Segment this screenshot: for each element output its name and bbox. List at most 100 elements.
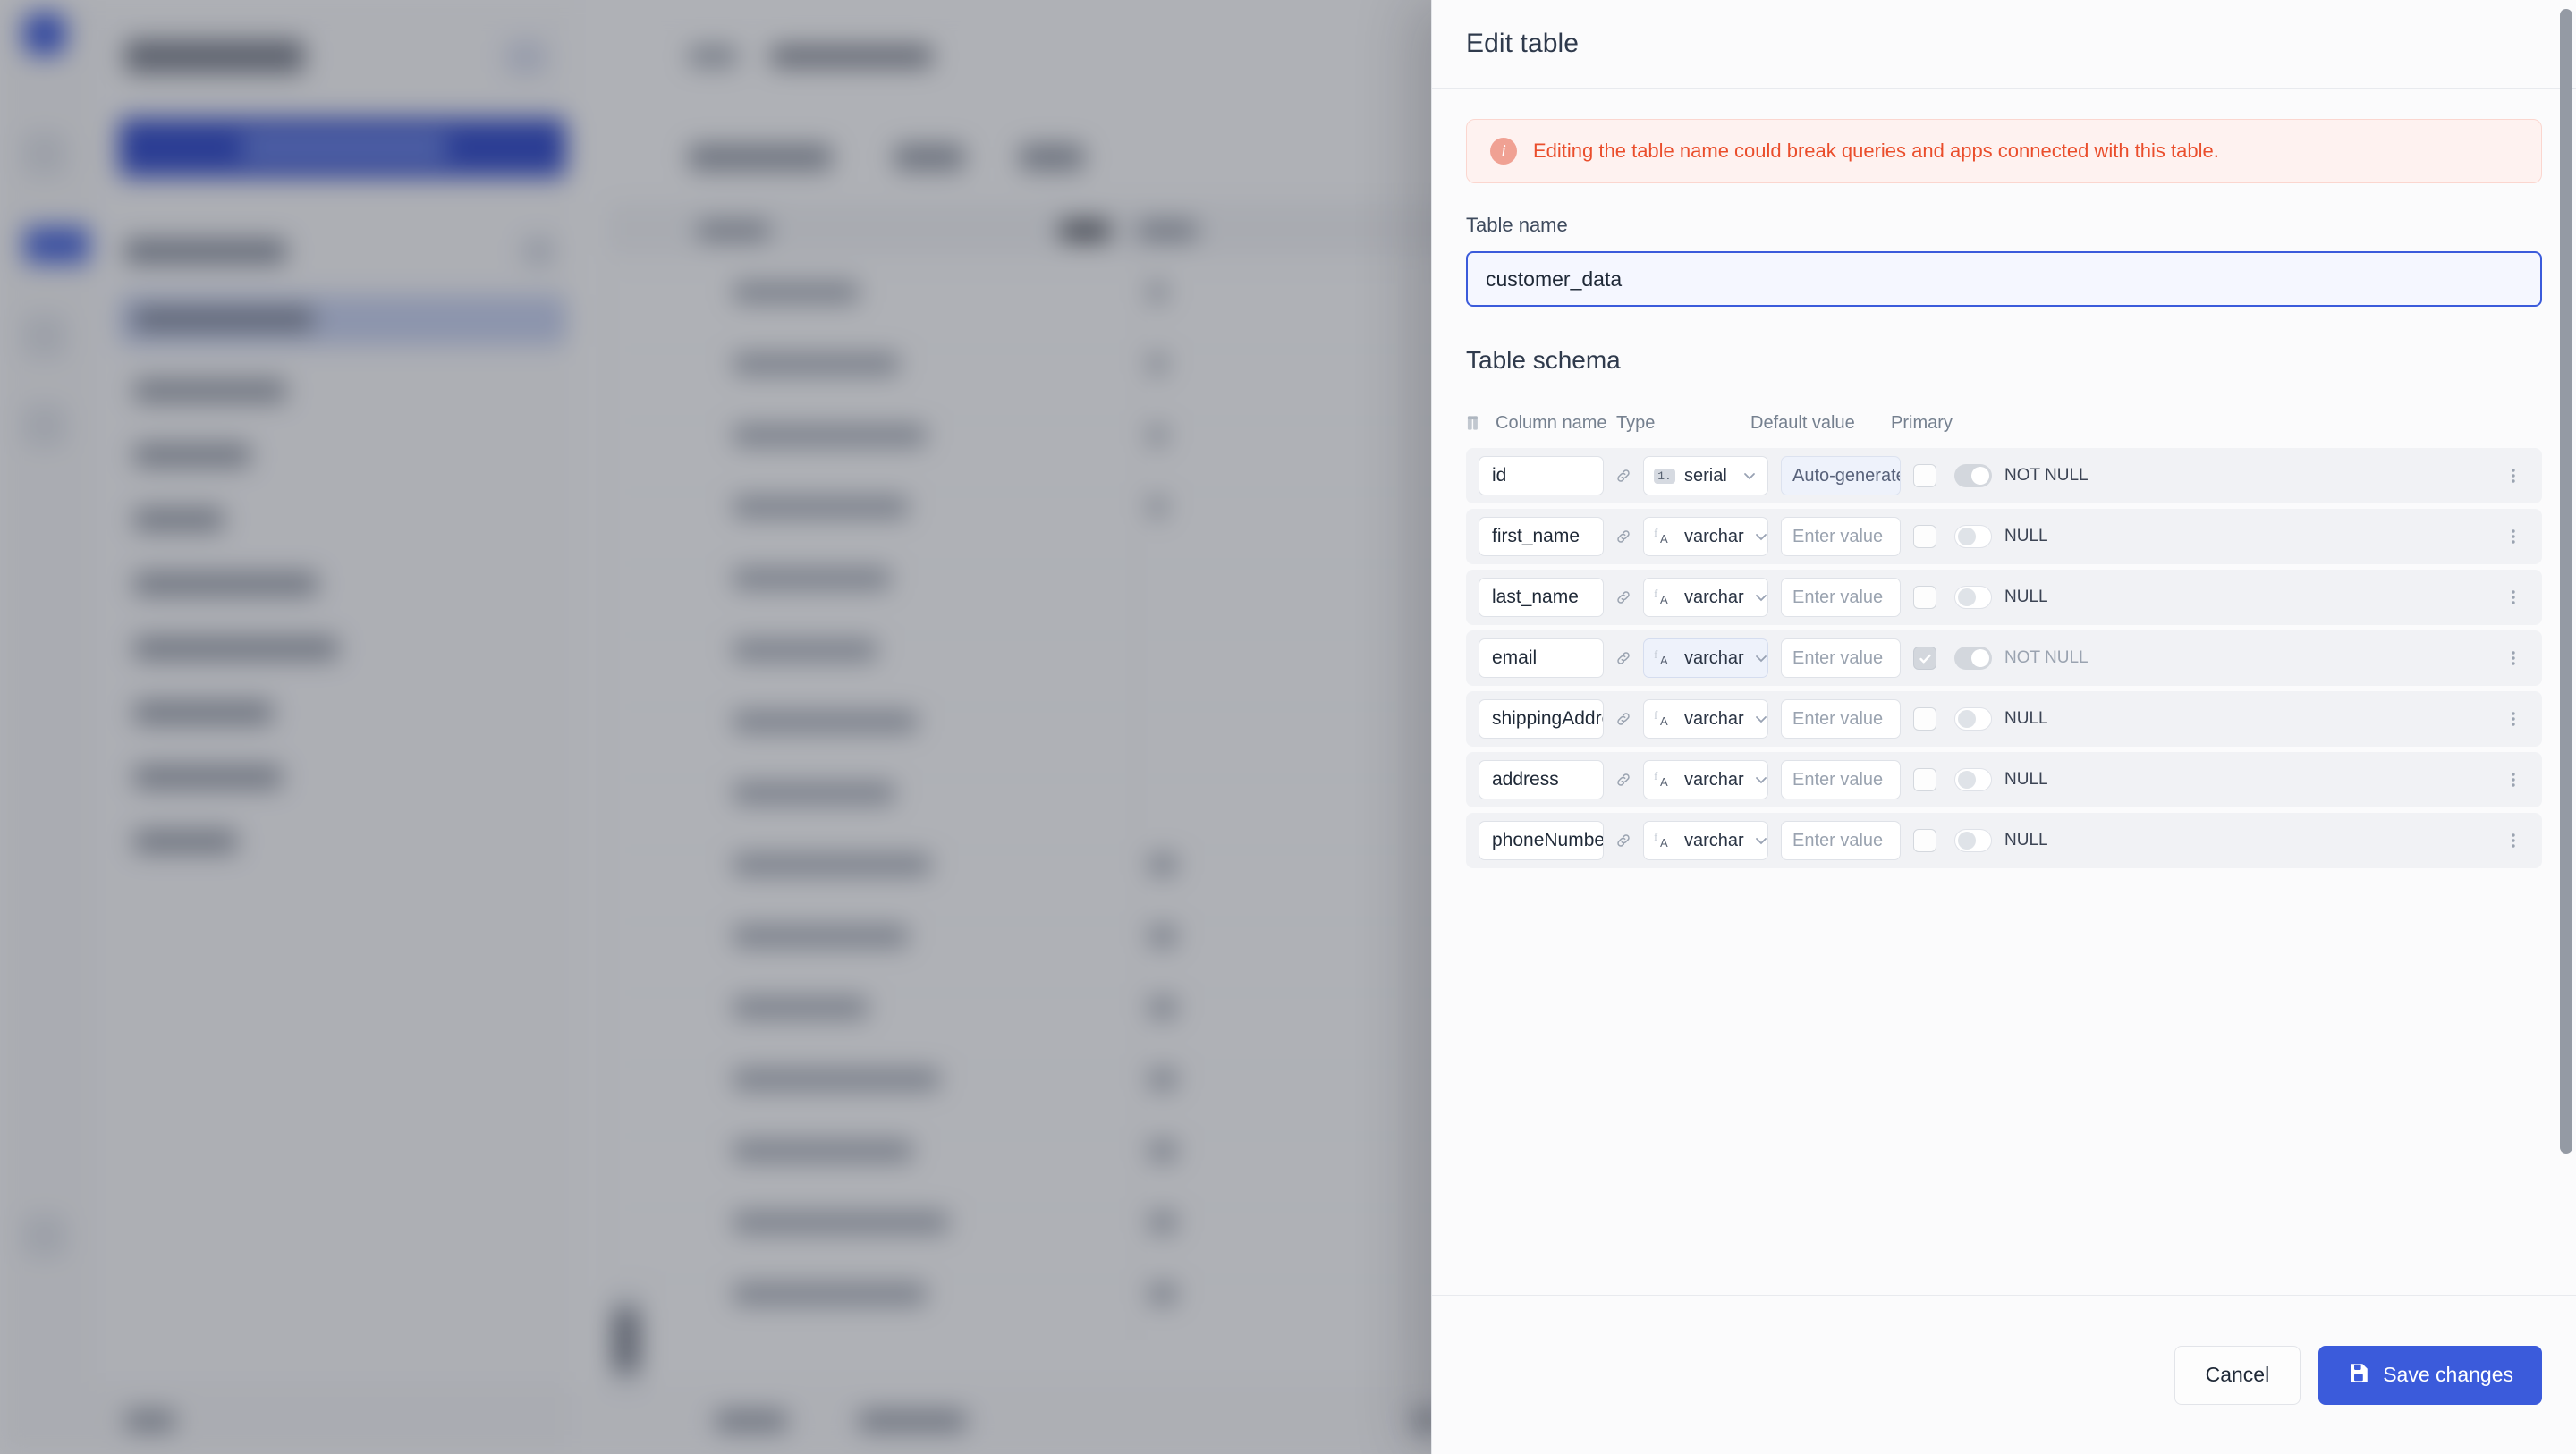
nullable-label: NULL [2004,831,2048,850]
row-menu-button[interactable] [2497,831,2529,850]
primary-key-checkbox[interactable] [1901,647,1949,670]
checkbox-box [1913,586,1936,609]
chevron-down-icon [1741,467,1758,485]
link-icon[interactable] [1604,710,1643,728]
text-icon: fA [1653,831,1676,850]
default-value-input[interactable]: Enter value [1781,638,1901,678]
column-type-select[interactable]: f Avarchar [1643,760,1768,799]
save-changes-label: Save changes [2383,1363,2513,1386]
chevron-down-icon [1752,649,1770,667]
default-value-input[interactable]: Enter value [1781,578,1901,617]
default-value-input[interactable]: Enter value [1781,699,1901,739]
toggle-knob [1958,771,1976,789]
default-value-input[interactable]: Enter value [1781,821,1901,860]
row-menu-button[interactable] [2497,709,2529,729]
column-name-input[interactable]: shippingAddress [1479,699,1604,739]
column-name-input[interactable]: last_name [1479,578,1604,617]
table-name-input[interactable] [1466,251,2542,307]
checkbox-box [1913,525,1936,548]
checkbox-box [1913,647,1936,670]
link-icon[interactable] [1604,467,1643,485]
link-icon[interactable] [1604,588,1643,606]
nullable-toggle[interactable] [1954,464,1992,487]
nullable-label: NOT NULL [2004,648,2089,667]
table-schema-title: Table schema [1466,346,1621,374]
default-value-input[interactable]: Enter value [1781,517,1901,556]
default-value-input[interactable]: Auto-generated [1781,456,1901,495]
primary-key-checkbox[interactable] [1901,829,1949,852]
panel-header: Edit table [1432,0,2576,89]
primary-key-checkbox[interactable] [1901,525,1949,548]
column-type-value: varchar [1684,526,1744,546]
row-menu-button[interactable] [2497,648,2529,668]
link-icon[interactable] [1604,528,1643,545]
panel-scrollbar-thumb[interactable] [2560,9,2572,1154]
column-type-select[interactable]: 1. serial [1643,456,1768,495]
cancel-button[interactable]: Cancel [2174,1345,2301,1405]
svg-text:A: A [1660,714,1668,728]
column-type-select[interactable]: f Avarchar [1643,517,1768,556]
nullable-toggle[interactable] [1954,647,1992,670]
column-type-value: varchar [1684,647,1744,668]
schema-row: first_name f Avarchar Enter value NULL [1466,509,2542,564]
column-type-value: serial [1684,465,1727,486]
column-name-input[interactable]: first_name [1479,517,1604,556]
primary-key-checkbox[interactable] [1901,464,1949,487]
nullable-toggle[interactable] [1954,829,1992,852]
column-name-input[interactable]: id [1479,456,1604,495]
info-circle-icon: i [1490,138,1517,165]
column-type-select[interactable]: f Avarchar [1643,638,1768,678]
svg-text:f: f [1654,831,1658,843]
link-icon[interactable] [1604,832,1643,850]
chevron-down-icon [1752,588,1770,606]
number-badge-icon: 1. [1653,468,1676,484]
nullable-label: NULL [2004,709,2048,728]
chevron-down-icon [1752,528,1770,545]
primary-key-checkbox[interactable] [1901,707,1949,731]
svg-text:f: f [1654,588,1658,600]
table-name-label: Table name [1466,214,1568,236]
toggle-knob [1971,467,1989,485]
schema-row: phoneNumber f Avarchar Enter value NULL [1466,813,2542,868]
schema-row: address f Avarchar Enter value NULL [1466,752,2542,807]
svg-text:f: f [1654,770,1658,782]
column-type-select[interactable]: f Avarchar [1643,821,1768,860]
edit-table-panel: Edit table i Editing the table name coul… [1431,0,2576,1454]
primary-key-checkbox[interactable] [1901,768,1949,791]
schema-row: last_name f Avarchar Enter value NULL [1466,570,2542,625]
column-type-value: varchar [1684,769,1744,790]
row-menu-button[interactable] [2497,770,2529,790]
text-icon: fA [1653,588,1676,607]
chevron-down-icon [1752,771,1770,789]
svg-text:A: A [1660,775,1668,789]
save-changes-button[interactable]: Save changes [2318,1345,2542,1405]
nullable-toggle[interactable] [1954,768,1992,791]
link-icon[interactable] [1604,649,1643,667]
column-name-input[interactable]: address [1479,760,1604,799]
nullable-label: NULL [2004,527,2048,545]
nullable-label: NULL [2004,588,2048,606]
column-type-select[interactable]: f Avarchar [1643,699,1768,739]
column-name-input[interactable]: email [1479,638,1604,678]
row-menu-button[interactable] [2497,588,2529,607]
column-type-select[interactable]: f Avarchar [1643,578,1768,617]
svg-text:f: f [1654,527,1658,539]
svg-text:f: f [1654,709,1658,722]
save-disk-icon [2347,1361,2370,1390]
default-value-input[interactable]: Enter value [1781,760,1901,799]
nullable-toggle[interactable] [1954,525,1992,548]
schema-header-type: Type [1616,412,1656,433]
row-menu-button[interactable] [2497,466,2529,486]
schema-row: shippingAddress fAvarchar Enter value NULL [1466,691,2542,747]
primary-key-checkbox[interactable] [1901,586,1949,609]
nullable-toggle[interactable] [1954,707,1992,731]
column-name-input[interactable]: phoneNumber [1479,821,1604,860]
link-icon[interactable] [1604,771,1643,789]
chevron-down-icon [1752,832,1770,850]
nullable-toggle[interactable] [1954,586,1992,609]
columns-icon [1466,413,1485,433]
toggle-knob [1958,528,1976,545]
svg-text:A: A [1660,654,1668,667]
row-menu-button[interactable] [2497,527,2529,546]
checkbox-box [1913,829,1936,852]
